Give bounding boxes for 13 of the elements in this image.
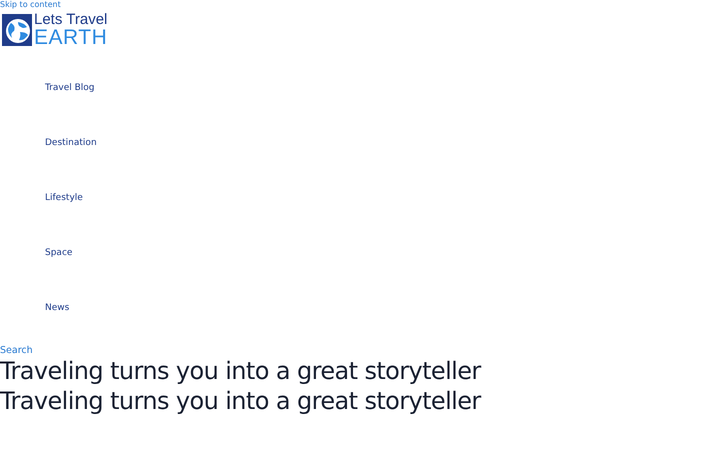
nav-link[interactable]: Destination xyxy=(45,138,97,148)
nav-link[interactable]: News xyxy=(45,302,70,312)
nav-link[interactable]: Lifestyle xyxy=(45,192,83,202)
logo-title: Lets Travel xyxy=(34,12,108,27)
search-link[interactable]: Search xyxy=(0,345,33,356)
logo-subtitle: EARTH xyxy=(34,27,108,48)
headline: Traveling turns you into a great storyteller xyxy=(0,386,481,416)
logo[interactable]: Lets Travel EARTH xyxy=(2,12,108,48)
nav-link[interactable]: Space xyxy=(45,248,72,258)
headline: Traveling turns you into a great storyteller xyxy=(0,356,481,386)
nav-link[interactable]: Travel Blog xyxy=(45,82,95,92)
skip-link[interactable]: Skip to content xyxy=(0,0,61,10)
globe-icon xyxy=(2,14,32,46)
